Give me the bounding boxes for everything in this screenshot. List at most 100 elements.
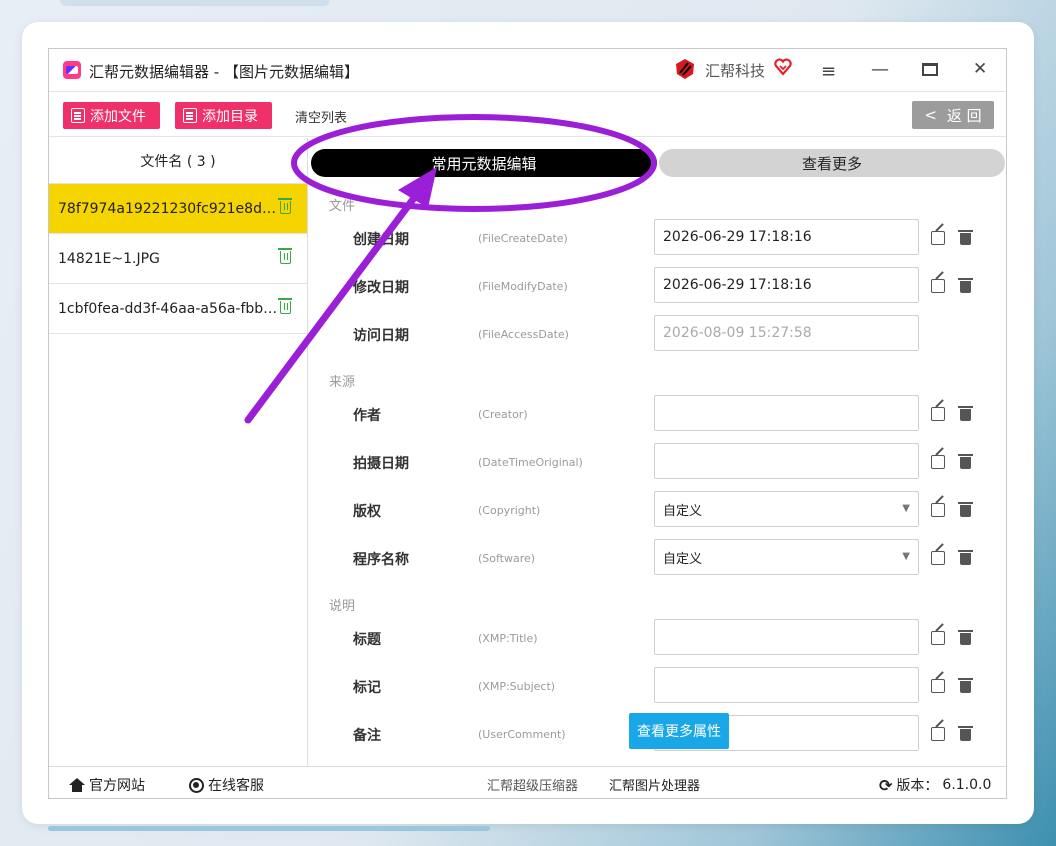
- file-list-item[interactable]: 1cbf0fea-dd3f-46aa-a56a-fbb5...: [49, 284, 307, 334]
- field-label: 程序名称: [353, 552, 409, 568]
- edit-icon[interactable]: [931, 231, 945, 245]
- version-info[interactable]: ⟳ 版本： 6.1.0.0: [879, 775, 991, 795]
- window-title: 汇帮元数据编辑器 - 【图片元数据编辑】: [89, 63, 359, 81]
- file-list-header: 文件名 ( 3 ): [49, 138, 307, 184]
- file-icon: [71, 108, 85, 123]
- field-label: 版权: [353, 504, 381, 520]
- tab-common-metadata[interactable]: 常用元数据编辑: [311, 149, 657, 177]
- view-more-properties-button[interactable]: 查看更多属性: [629, 713, 729, 749]
- field-key: (XMP:Subject): [478, 680, 556, 693]
- file-list-panel: 文件名 ( 3 ) 78f7974a19221230fc921e8d6e58..…: [49, 138, 308, 766]
- support-link[interactable]: 在线客服: [189, 775, 264, 795]
- support-label: 在线客服: [208, 778, 264, 794]
- file-name: 14821E~1.JPG: [58, 250, 160, 267]
- edit-icon[interactable]: [931, 407, 945, 421]
- edit-icon[interactable]: [931, 503, 945, 517]
- title-bar: 汇帮元数据编辑器 - 【图片元数据编辑】 汇帮科技 ≡ — ✕: [49, 49, 1006, 91]
- create-date-input[interactable]: 2026-06-29 17:18:16: [654, 219, 919, 255]
- field-label: 访问日期: [353, 328, 409, 344]
- file-name: 1cbf0fea-dd3f-46aa-a56a-fbb5...: [58, 300, 278, 317]
- edit-icon[interactable]: [931, 279, 945, 293]
- dropdown-caret-icon: ▼: [902, 503, 910, 514]
- field-key: (FileCreateDate): [478, 232, 568, 245]
- file-list-item[interactable]: 14821E~1.JPG: [49, 234, 307, 284]
- edit-icon[interactable]: [931, 727, 945, 741]
- delete-icon[interactable]: [958, 454, 973, 469]
- version-label: 版本：: [896, 778, 939, 794]
- compressor-link[interactable]: 汇帮超级压缩器: [487, 775, 578, 794]
- version-number: 6.1.0.0: [942, 777, 992, 793]
- add-dir-button[interactable]: 添加目录: [175, 102, 272, 129]
- copyright-select[interactable]: 自定义 ▼: [654, 491, 919, 527]
- image-tool-link[interactable]: 汇帮图片处理器: [609, 775, 700, 794]
- add-file-label: 添加文件: [90, 108, 146, 125]
- copyright-select-value: 自定义: [663, 503, 703, 519]
- tab-view-more[interactable]: 查看更多: [659, 149, 1005, 177]
- section-source: 来源: [329, 375, 356, 390]
- title-input[interactable]: [654, 619, 919, 655]
- edit-icon[interactable]: [931, 551, 945, 565]
- section-description: 说明: [329, 599, 356, 614]
- chevron-left-icon: <: [924, 106, 937, 124]
- field-label: 标题: [353, 632, 381, 648]
- dropdown-caret-icon: ▼: [902, 551, 910, 562]
- delete-icon[interactable]: [958, 278, 973, 293]
- section-file: 文件: [329, 199, 356, 214]
- field-label: 修改日期: [353, 280, 409, 296]
- heart-icon[interactable]: [774, 58, 792, 76]
- close-icon[interactable]: ✕: [973, 59, 987, 79]
- website-label: 官方网站: [89, 778, 145, 794]
- subject-input[interactable]: [654, 667, 919, 703]
- delete-icon[interactable]: [958, 502, 973, 517]
- toolbar: 添加文件 添加目录 清空列表 < 返 回: [49, 91, 1006, 137]
- minimize-icon[interactable]: —: [871, 59, 889, 80]
- field-key: (Copyright): [478, 504, 541, 517]
- software-select[interactable]: 自定义 ▼: [654, 539, 919, 575]
- maximize-icon[interactable]: [922, 63, 938, 76]
- field-label: 作者: [353, 408, 381, 424]
- field-key: (Software): [478, 552, 536, 565]
- edit-icon[interactable]: [931, 679, 945, 693]
- website-link[interactable]: 官方网站: [69, 775, 145, 795]
- field-key: (Creator): [478, 408, 528, 421]
- file-name: 78f7974a19221230fc921e8d6e58...: [58, 200, 278, 217]
- clear-list-button[interactable]: 清空列表: [295, 107, 347, 126]
- refresh-icon: ⟳: [879, 775, 893, 795]
- back-button[interactable]: < 返 回: [912, 101, 994, 129]
- footer: 官方网站 在线客服 汇帮超级压缩器 汇帮图片处理器 ⟳ 版本： 6.1.0.0: [49, 766, 1006, 798]
- delete-icon[interactable]: [958, 406, 973, 421]
- back-label: 返 回: [946, 106, 982, 125]
- app-logo-icon: [63, 61, 81, 79]
- add-file-button[interactable]: 添加文件: [63, 102, 160, 129]
- app-window: 汇帮元数据编辑器 - 【图片元数据编辑】 汇帮科技 ≡ — ✕ 添加文件 添加目…: [48, 48, 1007, 799]
- field-label: 标记: [353, 680, 381, 696]
- background-strip: [60, 0, 330, 6]
- trash-icon[interactable]: [278, 248, 292, 264]
- edit-icon[interactable]: [931, 455, 945, 469]
- add-dir-label: 添加目录: [202, 108, 258, 125]
- background-strip-bottom: [48, 826, 490, 831]
- delete-icon[interactable]: [958, 678, 973, 693]
- delete-icon[interactable]: [958, 230, 973, 245]
- delete-icon[interactable]: [958, 550, 973, 565]
- brand-name: 汇帮科技: [705, 62, 766, 80]
- field-label: 创建日期: [353, 232, 409, 248]
- field-key: (FileModifyDate): [478, 280, 568, 293]
- home-icon: [69, 778, 85, 792]
- datetime-original-input[interactable]: [654, 443, 919, 479]
- file-list-item[interactable]: 78f7974a19221230fc921e8d6e58...: [49, 184, 307, 234]
- field-key: (DateTimeOriginal): [478, 456, 583, 469]
- modify-date-input[interactable]: 2026-06-29 17:18:16: [654, 267, 919, 303]
- edit-icon[interactable]: [931, 631, 945, 645]
- delete-icon[interactable]: [958, 726, 973, 741]
- access-date-input: 2026-08-09 15:27:58: [654, 315, 919, 351]
- trash-icon[interactable]: [278, 198, 292, 214]
- delete-icon[interactable]: [958, 630, 973, 645]
- menu-icon[interactable]: ≡: [821, 61, 836, 82]
- field-key: (FileAccessDate): [478, 328, 569, 341]
- brand-logo-icon: [676, 59, 694, 79]
- trash-icon[interactable]: [278, 298, 292, 314]
- creator-input[interactable]: [654, 395, 919, 431]
- field-key: (XMP:Title): [478, 632, 538, 645]
- field-label: 拍摄日期: [353, 456, 409, 472]
